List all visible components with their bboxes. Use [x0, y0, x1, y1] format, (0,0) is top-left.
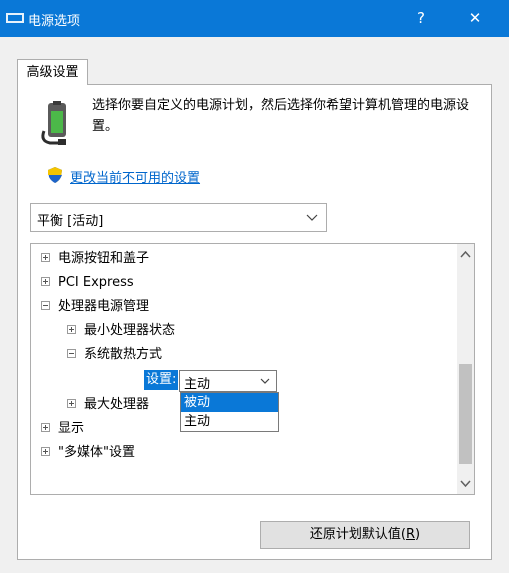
tree-item-label: 最小处理器状态 — [84, 323, 176, 338]
chevron-down-icon — [306, 214, 318, 221]
power-plan-select-value: 平衡 [活动] — [37, 214, 104, 229]
collapse-icon[interactable] — [67, 349, 76, 358]
dropdown-option-active[interactable]: 主动 — [181, 412, 278, 431]
expand-icon[interactable] — [67, 399, 76, 408]
power-options-app-icon — [6, 13, 24, 23]
tree-item-label: 处理器电源管理 — [58, 299, 150, 314]
uac-shield-icon — [48, 167, 62, 183]
scroll-up-arrow-icon[interactable] — [460, 250, 471, 258]
help-button[interactable]: ? — [398, 0, 444, 37]
change-unavailable-settings-link[interactable]: 更改当前不可用的设置 — [70, 167, 200, 186]
expand-icon[interactable] — [41, 447, 50, 456]
battery-plug-icon — [41, 101, 66, 145]
expand-icon[interactable] — [41, 253, 50, 262]
tree-item[interactable]: PCI Express — [41, 272, 134, 294]
title-bar: 电源选项 ? ✕ — [0, 0, 509, 37]
restore-plan-defaults-button[interactable]: 还原计划默认值(R) — [260, 521, 470, 549]
expand-icon[interactable] — [67, 325, 76, 334]
setting-value-label: 设置: — [144, 370, 179, 390]
settings-tree[interactable]: 电源按钮和盖子 PCI Express 处理器电源管理 最小处理器状态 系统散热… — [30, 243, 475, 495]
close-button[interactable]: ✕ — [452, 0, 498, 37]
collapse-icon[interactable] — [41, 301, 50, 310]
plan-description: 选择你要自定义的电源计划，然后选择你希望计算机管理的电源设置。 — [92, 98, 470, 134]
tree-item-label: 电源按钮和盖子 — [58, 251, 150, 266]
expand-icon[interactable] — [41, 277, 50, 286]
scroll-down-arrow-icon[interactable] — [460, 480, 471, 488]
restore-button-label: 还原计划默认值( — [309, 527, 406, 542]
tab-advanced-settings[interactable]: 高级设置 — [17, 59, 88, 85]
tree-item[interactable]: 最大处理器 — [67, 394, 149, 416]
restore-button-mnemonic: R — [405, 527, 416, 542]
restore-button-suffix: ) — [415, 527, 421, 542]
tree-item[interactable]: 电源按钮和盖子 — [41, 248, 149, 270]
advanced-settings-panel: 选择你要自定义的电源计划，然后选择你希望计算机管理的电源设置。 更改当前不可用的… — [17, 84, 492, 560]
dialog-body: 高级设置 选择你要自定义的电源计划，然后选择你希望计算机管理的电源设置。 更改当… — [0, 37, 509, 573]
power-plan-select[interactable]: 平衡 [活动] — [30, 203, 327, 232]
cooling-policy-select[interactable]: 主动 — [179, 370, 277, 392]
tree-item-label: 显示 — [58, 421, 85, 436]
chevron-down-icon — [260, 378, 270, 384]
tree-item-label: 系统散热方式 — [84, 347, 163, 362]
expand-icon[interactable] — [41, 423, 50, 432]
tree-item-label: "多媒体"设置 — [58, 445, 135, 460]
tree-item-label: PCI Express — [58, 275, 134, 290]
tree-item[interactable]: "多媒体"设置 — [41, 442, 135, 464]
vertical-scrollbar[interactable] — [457, 244, 474, 494]
tree-item[interactable]: 处理器电源管理 — [41, 296, 149, 318]
tree-item[interactable]: 显示 — [41, 418, 84, 440]
dropdown-option-passive[interactable]: 被动 — [181, 393, 278, 412]
scroll-thumb[interactable] — [459, 364, 472, 464]
tree-item[interactable]: 系统散热方式 — [67, 344, 162, 366]
tree-item[interactable]: 最小处理器状态 — [67, 320, 175, 342]
window-title: 电源选项 — [28, 14, 81, 29]
cooling-policy-select-value: 主动 — [184, 377, 211, 392]
cooling-policy-dropdown[interactable]: 被动 主动 — [180, 392, 279, 432]
tree-item-label: 最大处理器 — [84, 397, 150, 412]
